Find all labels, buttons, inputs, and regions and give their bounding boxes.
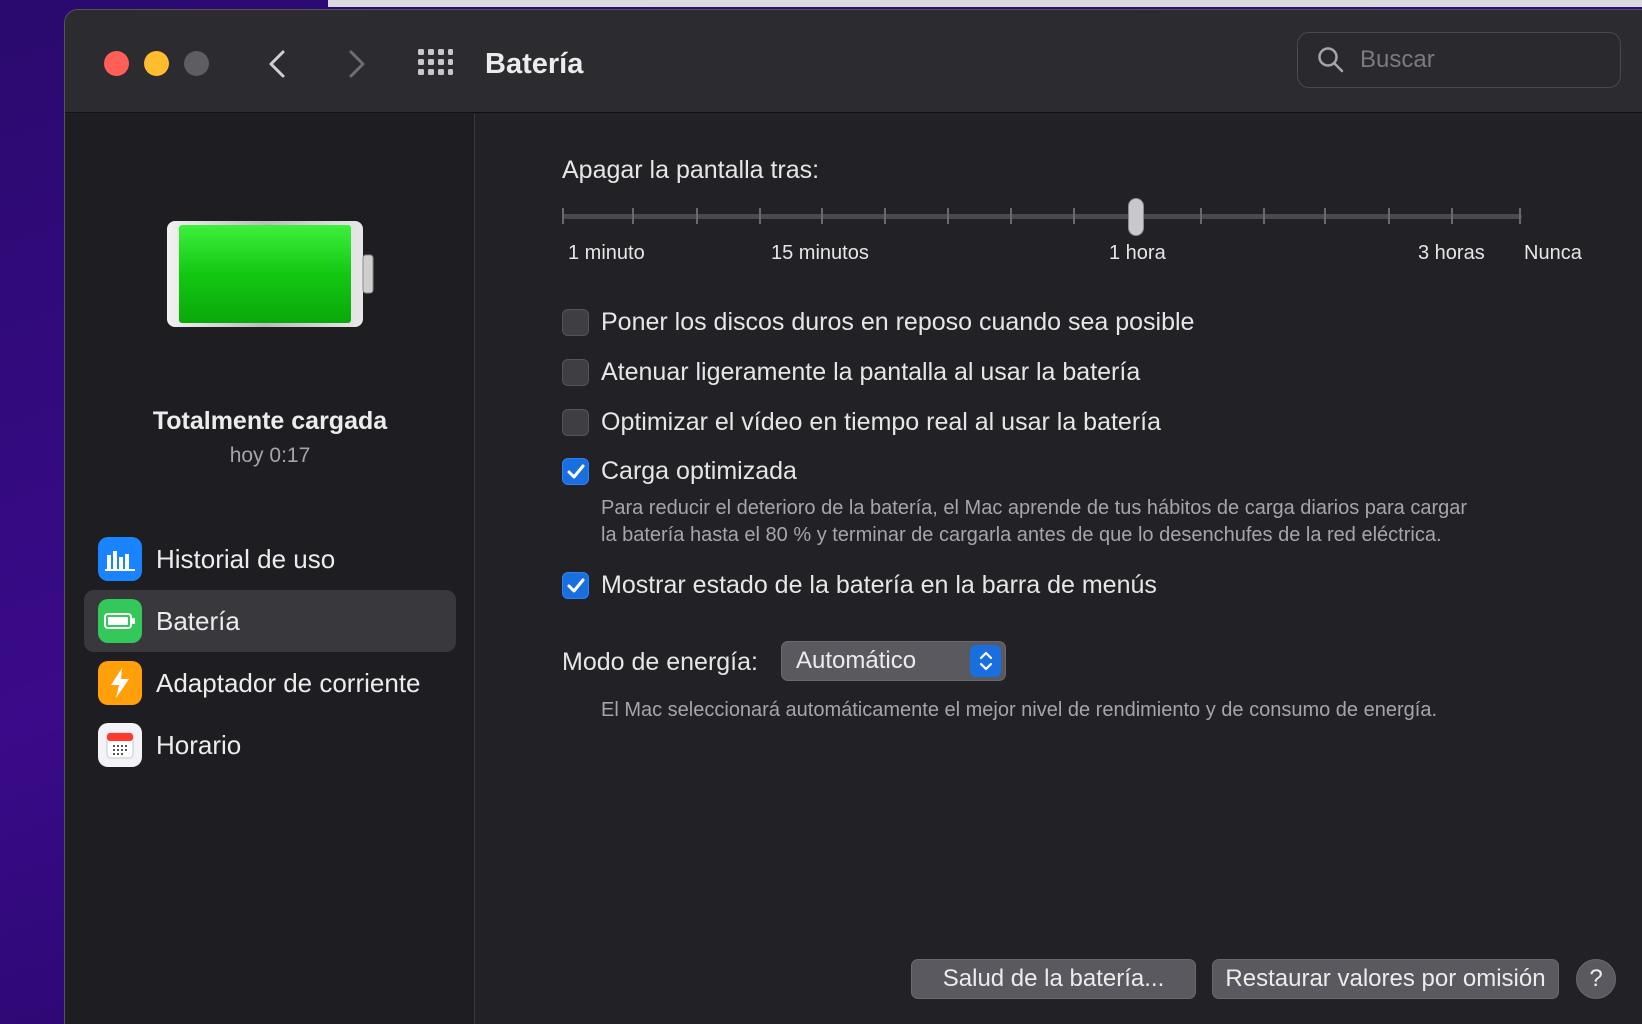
slider-tick — [821, 208, 823, 224]
slider-tick — [1010, 208, 1012, 224]
sidebar-item-schedule[interactable]: Horario — [84, 714, 456, 776]
slider-label-3-hours: 3 horas — [1418, 242, 1485, 264]
slider-label-1-hour: 1 hora — [1109, 242, 1166, 264]
slider-thumb[interactable] — [1128, 198, 1144, 236]
slider-tick — [1519, 208, 1521, 224]
slider-label-1-minute: 1 minuto — [568, 242, 645, 264]
description-line: la batería hasta el 80 % y terminar de c… — [601, 524, 1442, 546]
calendar-icon — [98, 723, 142, 767]
option-label: Poner los discos duros en reposo cuando … — [601, 308, 1195, 336]
option-optimize-video[interactable]: Optimizar el vídeo en tiempo real al usa… — [562, 408, 1161, 437]
grid-icon — [418, 49, 453, 75]
help-button[interactable]: ? — [1576, 959, 1616, 999]
close-window-button[interactable] — [104, 51, 129, 76]
slider-track — [562, 214, 1522, 219]
battery-status-icon — [167, 221, 374, 327]
slider-tick — [1324, 208, 1326, 224]
sidebar-item-usage-history[interactable]: Historial de uso — [84, 528, 456, 590]
slider-tick — [947, 208, 949, 224]
bar-chart-icon — [98, 537, 142, 581]
slider-tick — [1388, 208, 1390, 224]
popup-chevrons-icon — [970, 645, 1001, 677]
option-optimized-charging[interactable]: Carga optimizada — [562, 457, 797, 486]
description-line: Para reducir el deterioro de la batería,… — [601, 497, 1468, 519]
energy-mode-description: El Mac seleccionará automáticamente el m… — [601, 699, 1437, 721]
sidebar-item-label: Historial de uso — [156, 543, 336, 574]
desktop-background-strip — [328, 0, 1642, 7]
checkbox[interactable] — [562, 409, 589, 436]
slider-tick — [632, 208, 634, 224]
zoom-window-button[interactable] — [184, 51, 209, 76]
checkmark-icon — [567, 464, 584, 478]
sidebar-item-label: Batería — [156, 605, 240, 636]
sidebar: Totalmente cargada hoy 0:17 Historial de… — [65, 114, 475, 1024]
sidebar-item-label: Adaptador de corriente — [156, 667, 421, 698]
option-show-battery-status[interactable]: Mostrar estado de la batería en la barra… — [562, 571, 1157, 600]
slider-tick — [1263, 208, 1265, 224]
display-sleep-slider[interactable] — [562, 198, 1522, 236]
battery-status-time: hoy 0:17 — [229, 444, 311, 467]
slider-tick — [759, 208, 761, 224]
battery-settings-panel: Apagar la pantalla tras: 1 minuto 15 min… — [476, 114, 1642, 1024]
system-preferences-window: Batería Buscar Totalmente cargada hoy 0:… — [64, 9, 1642, 1024]
sidebar-item-power-adapter[interactable]: Adaptador de corriente — [84, 652, 456, 714]
minimize-window-button[interactable] — [144, 51, 169, 76]
slider-tick — [562, 208, 564, 224]
checkbox[interactable] — [562, 309, 589, 336]
battery-icon — [98, 599, 142, 643]
forward-button[interactable] — [337, 46, 373, 82]
option-label: Mostrar estado de la batería en la barra… — [601, 571, 1157, 599]
battery-status-title: Totalmente cargada — [152, 407, 388, 435]
slider-tick — [696, 208, 698, 224]
slider-tick — [1073, 208, 1075, 224]
restore-defaults-button[interactable]: Restaurar valores por omisión — [1212, 959, 1559, 999]
sidebar-item-battery[interactable]: Batería — [84, 590, 456, 652]
search-field[interactable] — [1297, 32, 1621, 88]
window-title: Batería — [485, 48, 584, 80]
search-input[interactable] — [1360, 46, 1600, 74]
title-bar: Batería — [65, 10, 1642, 113]
checkbox[interactable] — [562, 572, 589, 599]
option-dim-display[interactable]: Atenuar ligeramente la pantalla al usar … — [562, 358, 1140, 387]
slider-tick — [1451, 208, 1453, 224]
show-all-button[interactable] — [417, 46, 453, 82]
search-icon — [1318, 47, 1344, 73]
checkbox[interactable] — [562, 458, 589, 485]
energy-mode-value: Automático — [796, 647, 917, 674]
energy-mode-popup[interactable]: Automático — [781, 641, 1006, 681]
checkmark-icon — [567, 578, 584, 592]
battery-health-button[interactable]: Salud de la batería... — [911, 959, 1196, 999]
option-label: Atenuar ligeramente la pantalla al usar … — [601, 358, 1141, 386]
display-sleep-label: Apagar la pantalla tras: — [562, 156, 820, 184]
option-hard-disk-sleep[interactable]: Poner los discos duros en reposo cuando … — [562, 308, 1194, 337]
slider-label-15-minutes: 15 minutos — [771, 242, 869, 264]
option-label: Carga optimizada — [601, 457, 797, 485]
chevron-left-icon — [269, 50, 285, 78]
back-button[interactable] — [261, 46, 297, 82]
slider-label-never: Nunca — [1524, 242, 1582, 264]
slider-tick — [884, 208, 886, 224]
chevron-right-icon — [349, 50, 365, 78]
optimized-charging-description: Para reducir el deterioro de la batería,… — [601, 495, 1601, 549]
slider-tick — [1200, 208, 1202, 224]
lightning-bolt-icon — [98, 661, 142, 705]
energy-mode-label: Modo de energía: — [562, 648, 758, 676]
option-label: Optimizar el vídeo en tiempo real al usa… — [601, 408, 1161, 436]
checkbox[interactable] — [562, 359, 589, 386]
sidebar-item-label: Horario — [156, 729, 242, 760]
